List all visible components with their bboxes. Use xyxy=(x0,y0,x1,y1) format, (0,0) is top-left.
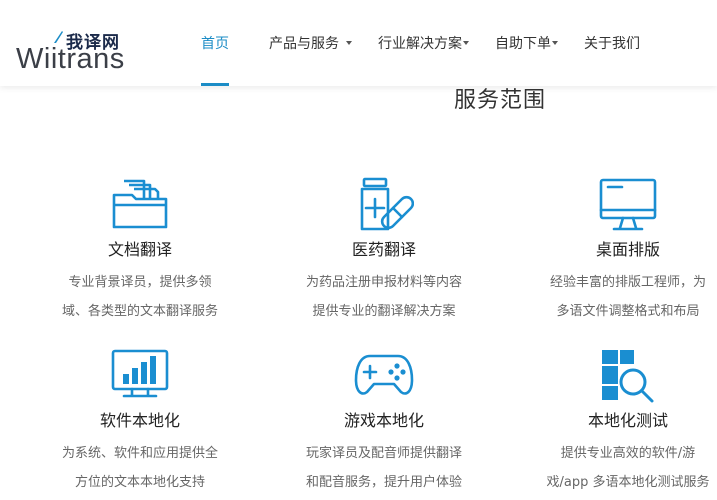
service-title: 医药翻译 xyxy=(351,240,416,259)
wiitrans-logo[interactable]: 我译网 Wiitrans xyxy=(16,28,136,74)
magnifier-grid-icon xyxy=(602,350,654,403)
service-description: 提供专业高效的软件/游 戏/app 多语本地化测试服务 xyxy=(546,446,710,490)
service-card-medical[interactable]: 医药翻译 为药品注册申报材料等内容 提供专业的翻译解决方案 xyxy=(274,177,494,326)
service-card-document[interactable]: 文档翻译 专业背景译员，提供多领 域、各类型的文本翻译服务 xyxy=(30,177,250,326)
logo-english-text: Wiitrans xyxy=(16,43,125,75)
nav-products-services[interactable]: 产品与服务 xyxy=(269,0,352,86)
nav-products-services-label: 产品与服务 xyxy=(269,36,339,52)
service-title: 本地化测试 xyxy=(587,411,668,430)
service-title: 文档翻译 xyxy=(107,240,172,259)
service-title: 软件本地化 xyxy=(99,411,180,430)
service-description: 为药品注册申报材料等内容 提供专业的翻译解决方案 xyxy=(305,275,462,319)
service-description: 为系统、软件和应用提供全 方位的文本本地化支持 xyxy=(61,446,218,490)
nav-about-us[interactable]: 关于我们 xyxy=(584,0,640,86)
service-title: 游戏本地化 xyxy=(343,411,424,430)
service-description: 经验丰富的排版工程师，为 多语文件调整格式和布局 xyxy=(549,275,706,319)
service-card-software[interactable]: 软件本地化 为系统、软件和应用提供全 方位的文本本地化支持 xyxy=(30,348,250,497)
service-description: 专业背景译员，提供多领 域、各类型的文本翻译服务 xyxy=(61,275,218,319)
nav-home-label: 首页 xyxy=(201,36,229,52)
chevron-down-icon xyxy=(463,41,469,45)
nav-home[interactable]: 首页 xyxy=(187,0,243,86)
desktop-monitor-icon xyxy=(599,178,657,231)
bar-chart-monitor-icon xyxy=(111,349,169,398)
gamepad-icon xyxy=(354,354,414,395)
pen-nib-icon xyxy=(54,31,63,43)
nav-self-order[interactable]: 自助下单 xyxy=(495,0,558,86)
medicine-bottle-pill-icon xyxy=(360,177,414,231)
service-description: 玩家译员及配音师提供翻译 和配音服务，提升用户体验 xyxy=(305,446,462,490)
nav-self-order-label: 自助下单 xyxy=(495,36,551,52)
service-card-dtp[interactable]: 桌面排版 经验丰富的排版工程师，为 多语文件调整格式和布局 xyxy=(518,177,717,326)
service-card-game[interactable]: 游戏本地化 玩家译员及配音师提供翻译 和配音服务，提升用户体验 xyxy=(274,348,494,497)
site-header: 我译网 Wiitrans 首页 产品与服务 行业解决方案 自助下单 关于我们 xyxy=(0,0,717,86)
nav-about-us-label: 关于我们 xyxy=(584,36,640,52)
chevron-down-icon xyxy=(552,41,558,45)
nav-industry-solutions[interactable]: 行业解决方案 xyxy=(378,0,469,86)
section-title: 服务范围 xyxy=(454,88,547,113)
main-nav: 首页 产品与服务 行业解决方案 自助下单 关于我们 xyxy=(187,0,666,86)
service-title: 桌面排版 xyxy=(595,240,660,259)
nav-industry-solutions-label: 行业解决方案 xyxy=(378,36,462,52)
chevron-down-icon xyxy=(346,41,352,45)
folder-documents-icon xyxy=(112,179,168,229)
service-card-testing[interactable]: 本地化测试 提供专业高效的软件/游 戏/app 多语本地化测试服务 xyxy=(518,348,717,497)
